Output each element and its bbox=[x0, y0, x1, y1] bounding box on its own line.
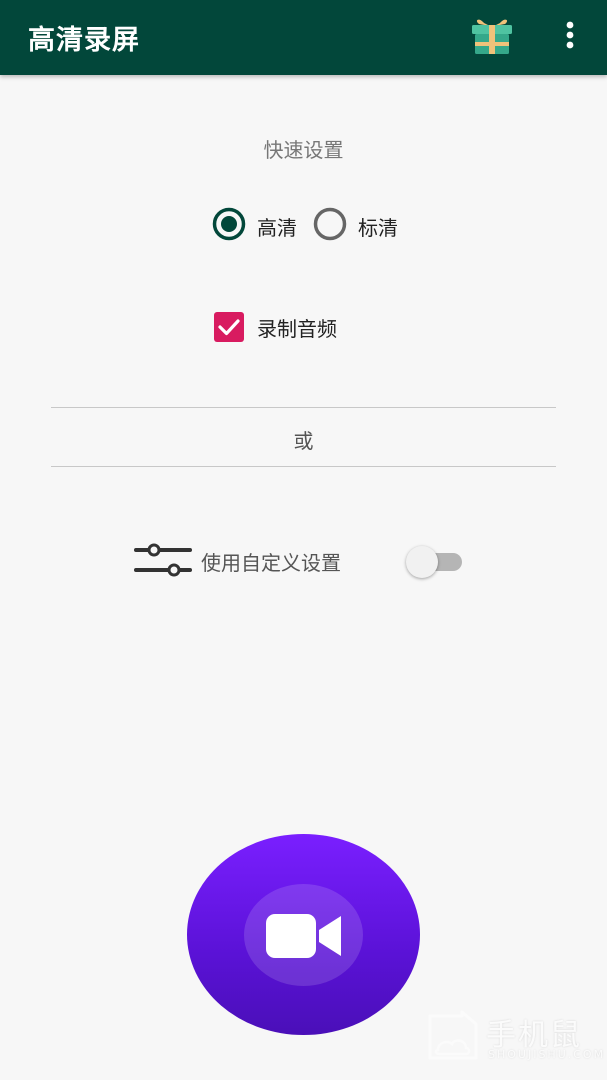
app-title: 高清录屏 bbox=[28, 25, 140, 56]
radio-sd-label: 标清 bbox=[358, 216, 398, 240]
quick-settings-title: 快速设置 bbox=[263, 138, 344, 162]
record-audio-checkbox[interactable] bbox=[212, 310, 246, 344]
radio-hd[interactable] bbox=[212, 207, 246, 241]
radio-hd-label: 高清 bbox=[257, 216, 297, 240]
custom-settings-switch[interactable] bbox=[404, 546, 462, 578]
app-bar: 高清录屏 bbox=[0, 0, 607, 75]
divider-bottom bbox=[51, 466, 556, 467]
record-button[interactable] bbox=[187, 834, 420, 1035]
videocam-icon bbox=[266, 914, 341, 958]
more-vert-icon[interactable] bbox=[556, 18, 584, 54]
tune-sliders-icon bbox=[134, 543, 192, 577]
or-text: 或 bbox=[293, 429, 314, 453]
switch-thumb bbox=[406, 546, 438, 578]
custom-settings-label: 使用自定义设置 bbox=[201, 551, 341, 575]
watermark-logo-icon bbox=[428, 1010, 478, 1060]
divider-top bbox=[51, 407, 556, 408]
radio-sd[interactable] bbox=[313, 207, 347, 241]
record-audio-label: 录制音频 bbox=[257, 317, 337, 341]
watermark-en-text: SHOUJISHU.COM bbox=[488, 1048, 606, 1061]
watermark: 手机鼠 SHOUJISHU.COM bbox=[424, 1008, 603, 1068]
gift-box-icon[interactable] bbox=[470, 14, 514, 56]
